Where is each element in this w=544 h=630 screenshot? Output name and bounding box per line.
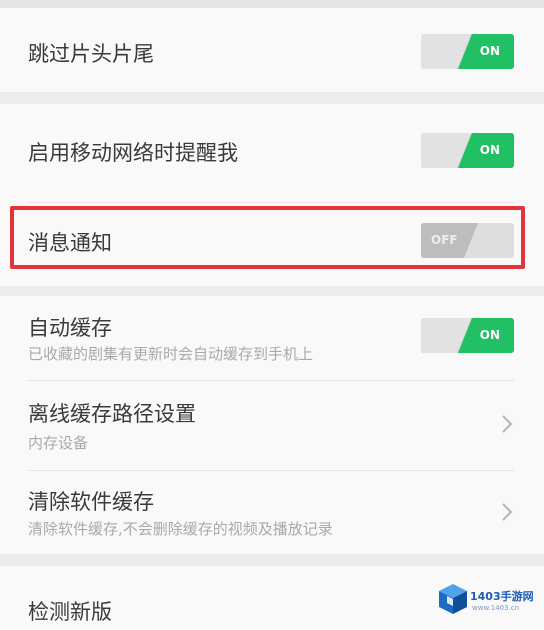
settings-card-playback: 跳过片头片尾 ON	[0, 8, 544, 92]
setting-auto-cache-title: 自动缓存	[28, 316, 112, 340]
skip-intro-toggle[interactable]: ON	[421, 34, 514, 69]
setting-clear-cache-title: 清除软件缓存	[28, 490, 154, 514]
setting-check-update-title: 检测新版	[28, 600, 112, 624]
setting-auto-cache: 自动缓存 已收藏的剧集有更新时会自动缓存到手机上 ON	[0, 296, 544, 378]
toggle-state-label: ON	[479, 143, 500, 157]
watermark-text: 1403手游网	[470, 590, 534, 603]
setting-clear-cache[interactable]: 清除软件缓存 清除软件缓存,不会删除缓存的视频及播放记录	[0, 472, 544, 554]
toggle-state-label: ON	[479, 44, 500, 58]
setting-offline-cache-path-subtitle: 内存设备	[28, 434, 89, 452]
setting-offline-cache-path-title: 离线缓存路径设置	[28, 402, 196, 426]
settings-card-cache: 自动缓存 已收藏的剧集有更新时会自动缓存到手机上 ON 离线缓存路径设置 内存设…	[0, 296, 544, 554]
setting-skip-intro-title: 跳过片头片尾	[28, 42, 154, 66]
toggle-state-label: ON	[479, 328, 500, 342]
auto-cache-toggle[interactable]: ON	[421, 318, 514, 353]
setting-mobile-network-title: 启用移动网络时提醒我	[28, 141, 238, 165]
setting-offline-cache-path[interactable]: 离线缓存路径设置 内存设备	[0, 382, 544, 468]
chevron-right-icon	[502, 415, 513, 433]
watermark: 1403手游网 www.1403.cn	[436, 578, 544, 622]
setting-mobile-network-reminder: 启用移动网络时提醒我 ON	[0, 104, 544, 198]
setting-skip-intro: 跳过片头片尾 ON	[0, 8, 544, 92]
row-divider	[28, 470, 514, 471]
cube-logo-icon	[439, 584, 467, 614]
row-divider	[28, 202, 514, 203]
setting-auto-cache-subtitle: 已收藏的剧集有更新时会自动缓存到手机上	[28, 345, 314, 363]
watermark-url: www.1403.cn	[472, 604, 520, 612]
highlight-box	[10, 206, 525, 269]
row-divider	[28, 380, 514, 381]
chevron-right-icon	[502, 503, 513, 521]
mobile-network-toggle[interactable]: ON	[421, 133, 514, 168]
setting-clear-cache-subtitle: 清除软件缓存,不会删除缓存的视频及播放记录	[28, 520, 333, 538]
top-strip	[0, 0, 544, 8]
